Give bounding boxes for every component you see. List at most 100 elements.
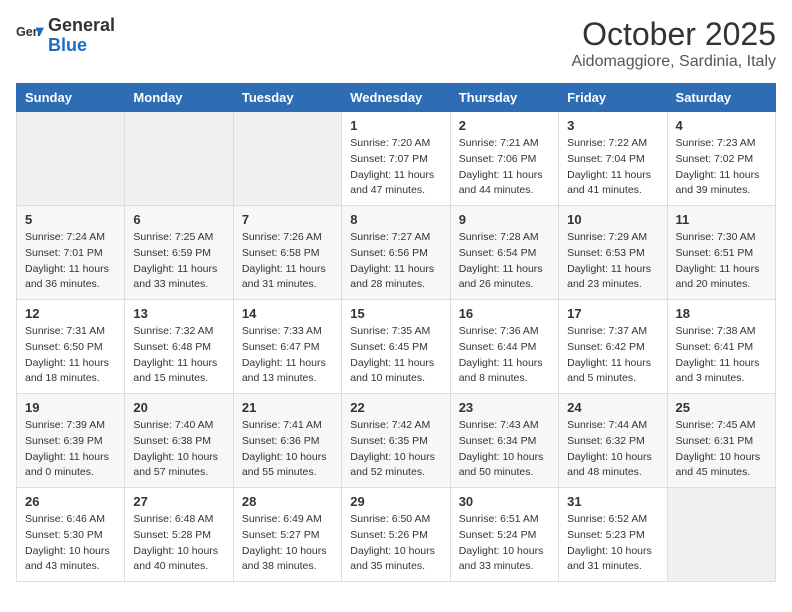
day-info: Sunrise: 7:44 AM Sunset: 6:32 PM Dayligh… <box>567 418 658 481</box>
day-number: 25 <box>676 400 767 415</box>
calendar-cell: 28Sunrise: 6:49 AM Sunset: 5:27 PM Dayli… <box>233 488 341 582</box>
calendar-cell: 24 Sunrise: 7:44 AM Sunset: 6:32 PM Dayli… <box>559 394 667 488</box>
calendar-cell: 10Sunrise: 7:29 AM Sunset: 6:53 PM Dayli… <box>559 206 667 300</box>
col-header-tuesday: Tuesday <box>233 84 341 112</box>
title-block: October 2025 Aidomaggiore, Sardinia, Ita… <box>571 16 776 71</box>
day-number: 10 <box>567 212 658 227</box>
calendar-cell: 14 Sunrise: 7:33 AM Sunset: 6:47 PM Dayli… <box>233 300 341 394</box>
day-info: Sunrise: 7:32 AM Sunset: 6:48 PM Dayligh… <box>133 324 224 387</box>
day-info: Sunrise: 7:31 AM Sunset: 6:50 PM Dayligh… <box>25 324 116 387</box>
day-number: 17 <box>567 306 658 321</box>
day-number: 21 <box>242 400 333 415</box>
location-title: Aidomaggiore, Sardinia, Italy <box>571 53 776 71</box>
calendar-cell: 8Sunrise: 7:27 AM Sunset: 6:56 PM Daylig… <box>342 206 450 300</box>
day-number: 14 <box>242 306 333 321</box>
calendar-cell: 2Sunrise: 7:21 AM Sunset: 7:06 PM Daylig… <box>450 112 558 206</box>
calendar-week-row: 1 Sunrise: 7:20 AM Sunset: 7:07 PM Daylig… <box>17 112 776 206</box>
day-info: Sunrise: 7:41 AM Sunset: 6:36 PM Dayligh… <box>242 418 333 481</box>
col-header-monday: Monday <box>125 84 233 112</box>
col-header-thursday: Thursday <box>450 84 558 112</box>
day-number: 22 <box>350 400 441 415</box>
day-number: 26 <box>25 494 116 509</box>
day-number: 13 <box>133 306 224 321</box>
day-number: 20 <box>133 400 224 415</box>
day-info: Sunrise: 7:36 AM Sunset: 6:44 PM Dayligh… <box>459 324 550 387</box>
day-number: 24 <box>567 400 658 415</box>
calendar-cell: 22 Sunrise: 7:42 AM Sunset: 6:35 PM Dayli… <box>342 394 450 488</box>
calendar-cell: 17 Sunrise: 7:37 AM Sunset: 6:42 PM Dayli… <box>559 300 667 394</box>
calendar-cell: 21 Sunrise: 7:41 AM Sunset: 6:36 PM Dayli… <box>233 394 341 488</box>
calendar-cell: 29Sunrise: 6:50 AM Sunset: 5:26 PM Dayli… <box>342 488 450 582</box>
col-header-friday: Friday <box>559 84 667 112</box>
day-number: 16 <box>459 306 550 321</box>
calendar-cell: 6 Sunrise: 7:25 AM Sunset: 6:59 PM Daylig… <box>125 206 233 300</box>
calendar-cell <box>233 112 341 206</box>
day-info: Sunrise: 7:25 AM Sunset: 6:59 PM Dayligh… <box>133 230 224 293</box>
day-number: 3 <box>567 118 658 133</box>
calendar-header-row: SundayMondayTuesdayWednesdayThursdayFrid… <box>17 84 776 112</box>
day-info: Sunrise: 6:51 AM Sunset: 5:24 PM Dayligh… <box>459 512 550 575</box>
day-number: 1 <box>350 118 441 133</box>
day-number: 19 <box>25 400 116 415</box>
page-header: Gen General Blue October 2025 Aidomaggio… <box>16 16 776 71</box>
calendar-cell: 20 Sunrise: 7:40 AM Sunset: 6:38 PM Dayli… <box>125 394 233 488</box>
calendar-table: SundayMondayTuesdayWednesdayThursdayFrid… <box>16 83 776 582</box>
calendar-cell: 25 Sunrise: 7:45 AM Sunset: 6:31 PM Dayli… <box>667 394 775 488</box>
calendar-week-row: 12 Sunrise: 7:31 AM Sunset: 6:50 PM Dayli… <box>17 300 776 394</box>
day-number: 5 <box>25 212 116 227</box>
calendar-cell: 5 Sunrise: 7:24 AM Sunset: 7:01 PM Daylig… <box>17 206 125 300</box>
calendar-cell: 13 Sunrise: 7:32 AM Sunset: 6:48 PM Dayli… <box>125 300 233 394</box>
day-info: Sunrise: 7:38 AM Sunset: 6:41 PM Dayligh… <box>676 324 767 387</box>
calendar-cell: 27 Sunrise: 6:48 AM Sunset: 5:28 PM Dayli… <box>125 488 233 582</box>
calendar-cell <box>125 112 233 206</box>
day-info: Sunrise: 7:24 AM Sunset: 7:01 PM Dayligh… <box>25 230 116 293</box>
calendar-cell: 30 Sunrise: 6:51 AM Sunset: 5:24 PM Dayli… <box>450 488 558 582</box>
day-info: Sunrise: 6:52 AM Sunset: 5:23 PM Dayligh… <box>567 512 658 575</box>
svg-text:Gen: Gen <box>16 25 41 39</box>
day-info: Sunrise: 6:46 AM Sunset: 5:30 PM Dayligh… <box>25 512 116 575</box>
day-info: Sunrise: 7:42 AM Sunset: 6:35 PM Dayligh… <box>350 418 441 481</box>
day-number: 6 <box>133 212 224 227</box>
calendar-week-row: 26 Sunrise: 6:46 AM Sunset: 5:30 PM Dayli… <box>17 488 776 582</box>
month-title: October 2025 <box>571 16 776 53</box>
day-info: Sunrise: 7:22 AM Sunset: 7:04 PM Dayligh… <box>567 136 658 199</box>
calendar-cell: 3 Sunrise: 7:22 AM Sunset: 7:04 PM Daylig… <box>559 112 667 206</box>
calendar-cell: 11 Sunrise: 7:30 AM Sunset: 6:51 PM Dayli… <box>667 206 775 300</box>
calendar-cell: 15Sunrise: 7:35 AM Sunset: 6:45 PM Dayli… <box>342 300 450 394</box>
day-number: 27 <box>133 494 224 509</box>
day-info: Sunrise: 7:39 AM Sunset: 6:39 PM Dayligh… <box>25 418 116 481</box>
day-info: Sunrise: 7:37 AM Sunset: 6:42 PM Dayligh… <box>567 324 658 387</box>
day-info: Sunrise: 7:35 AM Sunset: 6:45 PM Dayligh… <box>350 324 441 387</box>
day-number: 11 <box>676 212 767 227</box>
col-header-saturday: Saturday <box>667 84 775 112</box>
calendar-cell: 31 Sunrise: 6:52 AM Sunset: 5:23 PM Dayli… <box>559 488 667 582</box>
day-info: Sunrise: 6:50 AM Sunset: 5:26 PM Dayligh… <box>350 512 441 575</box>
calendar-cell: 1 Sunrise: 7:20 AM Sunset: 7:07 PM Daylig… <box>342 112 450 206</box>
day-number: 28 <box>242 494 333 509</box>
day-number: 18 <box>676 306 767 321</box>
day-info: Sunrise: 7:23 AM Sunset: 7:02 PM Dayligh… <box>676 136 767 199</box>
calendar-cell: 9Sunrise: 7:28 AM Sunset: 6:54 PM Daylig… <box>450 206 558 300</box>
day-info: Sunrise: 7:20 AM Sunset: 7:07 PM Dayligh… <box>350 136 441 199</box>
day-info: Sunrise: 7:30 AM Sunset: 6:51 PM Dayligh… <box>676 230 767 293</box>
calendar-cell: 7Sunrise: 7:26 AM Sunset: 6:58 PM Daylig… <box>233 206 341 300</box>
day-info: Sunrise: 7:45 AM Sunset: 6:31 PM Dayligh… <box>676 418 767 481</box>
day-number: 9 <box>459 212 550 227</box>
day-number: 31 <box>567 494 658 509</box>
day-number: 30 <box>459 494 550 509</box>
day-info: Sunrise: 7:40 AM Sunset: 6:38 PM Dayligh… <box>133 418 224 481</box>
day-info: Sunrise: 7:33 AM Sunset: 6:47 PM Dayligh… <box>242 324 333 387</box>
day-info: Sunrise: 6:48 AM Sunset: 5:28 PM Dayligh… <box>133 512 224 575</box>
day-number: 8 <box>350 212 441 227</box>
calendar-cell: 19 Sunrise: 7:39 AM Sunset: 6:39 PM Dayli… <box>17 394 125 488</box>
day-number: 4 <box>676 118 767 133</box>
calendar-cell: 23Sunrise: 7:43 AM Sunset: 6:34 PM Dayli… <box>450 394 558 488</box>
logo-general-text: General <box>48 16 115 36</box>
day-number: 12 <box>25 306 116 321</box>
day-number: 7 <box>242 212 333 227</box>
calendar-cell: 4 Sunrise: 7:23 AM Sunset: 7:02 PM Daylig… <box>667 112 775 206</box>
col-header-wednesday: Wednesday <box>342 84 450 112</box>
col-header-sunday: Sunday <box>17 84 125 112</box>
calendar-week-row: 5 Sunrise: 7:24 AM Sunset: 7:01 PM Daylig… <box>17 206 776 300</box>
logo-blue-text: Blue <box>48 36 115 56</box>
